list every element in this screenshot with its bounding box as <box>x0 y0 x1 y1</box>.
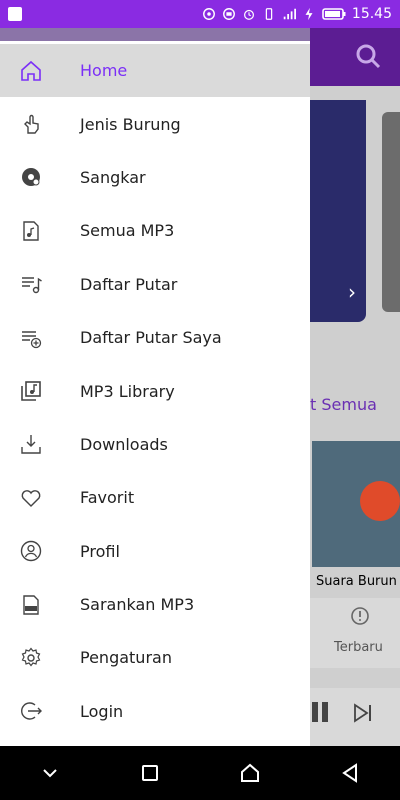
status-bar: 15.45 <box>0 0 400 28</box>
play-icon[interactable] <box>360 481 400 521</box>
menu-item-login[interactable]: Login <box>0 685 310 738</box>
see-all-link[interactable]: t Semua <box>310 395 377 414</box>
hand-pointer-icon <box>20 113 42 135</box>
menu-label: Favorit <box>80 488 135 508</box>
menu-label: Daftar Putar Saya <box>80 328 222 348</box>
playlist-add-icon <box>20 327 42 349</box>
bottom-nav <box>310 598 400 668</box>
track-title: Suara Burun <box>316 574 397 589</box>
menu-label: Downloads <box>80 434 168 454</box>
download-icon <box>20 433 42 455</box>
pause-icon[interactable] <box>310 700 332 724</box>
user-circle-icon <box>20 540 42 562</box>
new-icon[interactable] <box>350 606 370 626</box>
menu-label: Home <box>80 61 128 81</box>
system-nav-bar <box>0 746 400 800</box>
music-file-icon <box>20 220 42 242</box>
disc-music-icon <box>20 166 42 188</box>
menu-label: Sangkar <box>80 167 146 187</box>
menu-label: Login <box>80 701 124 721</box>
tab-terbaru[interactable]: Terbaru <box>334 640 383 655</box>
background-app: › t Semua Suara Burun Terbaru <box>310 28 400 746</box>
menu-item-sarankan-mp3[interactable]: Sarankan MP3 <box>0 578 310 631</box>
featured-card[interactable]: › <box>310 100 366 322</box>
track-thumbnail[interactable] <box>312 441 400 567</box>
menu-label: Semua MP3 <box>80 221 175 241</box>
drawer-header <box>0 28 310 44</box>
menu-item-favorit[interactable]: Favorit <box>0 471 310 524</box>
gear-icon <box>20 647 42 669</box>
menu-item-sangkar[interactable]: Sangkar <box>0 151 310 204</box>
mini-player <box>310 688 400 746</box>
app-header <box>310 28 400 86</box>
menu-label: Profil <box>80 541 120 561</box>
menu-item-downloads[interactable]: Downloads <box>0 418 310 471</box>
search-icon[interactable] <box>354 42 382 70</box>
menu-item-daftar-putar-saya[interactable]: Daftar Putar Saya <box>0 311 310 364</box>
menu-item-semua-mp3[interactable]: Semua MP3 <box>0 204 310 257</box>
music-library-icon <box>20 380 42 402</box>
playlist-icon <box>20 273 42 295</box>
home-button-icon[interactable] <box>237 760 263 786</box>
menu-label: Jenis Burung <box>80 114 181 134</box>
heart-icon <box>20 487 42 509</box>
back-icon[interactable] <box>337 760 363 786</box>
menu-label: Sarankan MP3 <box>80 595 195 615</box>
notification-icon <box>8 7 22 21</box>
recent-apps-icon[interactable] <box>137 760 163 786</box>
signal-4g-icon <box>283 8 296 20</box>
login-icon <box>20 700 42 722</box>
menu-item-mp3-library[interactable]: MP3 Library <box>0 364 310 417</box>
charging-icon <box>305 7 313 21</box>
alarm-icon <box>243 9 254 20</box>
status-time: 15.45 <box>351 6 392 22</box>
menu-item-home[interactable]: Home <box>0 44 310 98</box>
menu-item-jenis-burung[interactable]: Jenis Burung <box>0 97 310 150</box>
hotspot-icon <box>202 8 215 20</box>
chevron-right-icon[interactable]: › <box>348 280 356 304</box>
navigation-drawer: Home Jenis Burung Sangkar Semua MP3 Daft… <box>0 28 310 746</box>
menu-item-daftar-putar[interactable]: Daftar Putar <box>0 258 310 311</box>
vibrate-icon <box>265 8 273 20</box>
battery-icon <box>322 8 346 20</box>
home-icon <box>20 60 42 82</box>
drawer-menu: Home Jenis Burung Sangkar Semua MP3 Daft… <box>0 44 310 738</box>
menu-label: MP3 Library <box>80 381 175 401</box>
menu-label: Daftar Putar <box>80 274 178 294</box>
data-saver-icon <box>222 8 235 20</box>
menu-item-pengaturan[interactable]: Pengaturan <box>0 631 310 684</box>
featured-card-next[interactable] <box>382 112 400 312</box>
menu-label: Pengaturan <box>80 648 172 668</box>
mp3-file-icon <box>20 594 42 616</box>
collapse-icon[interactable] <box>37 760 63 786</box>
skip-next-icon[interactable] <box>352 702 374 724</box>
menu-item-profil[interactable]: Profil <box>0 525 310 578</box>
